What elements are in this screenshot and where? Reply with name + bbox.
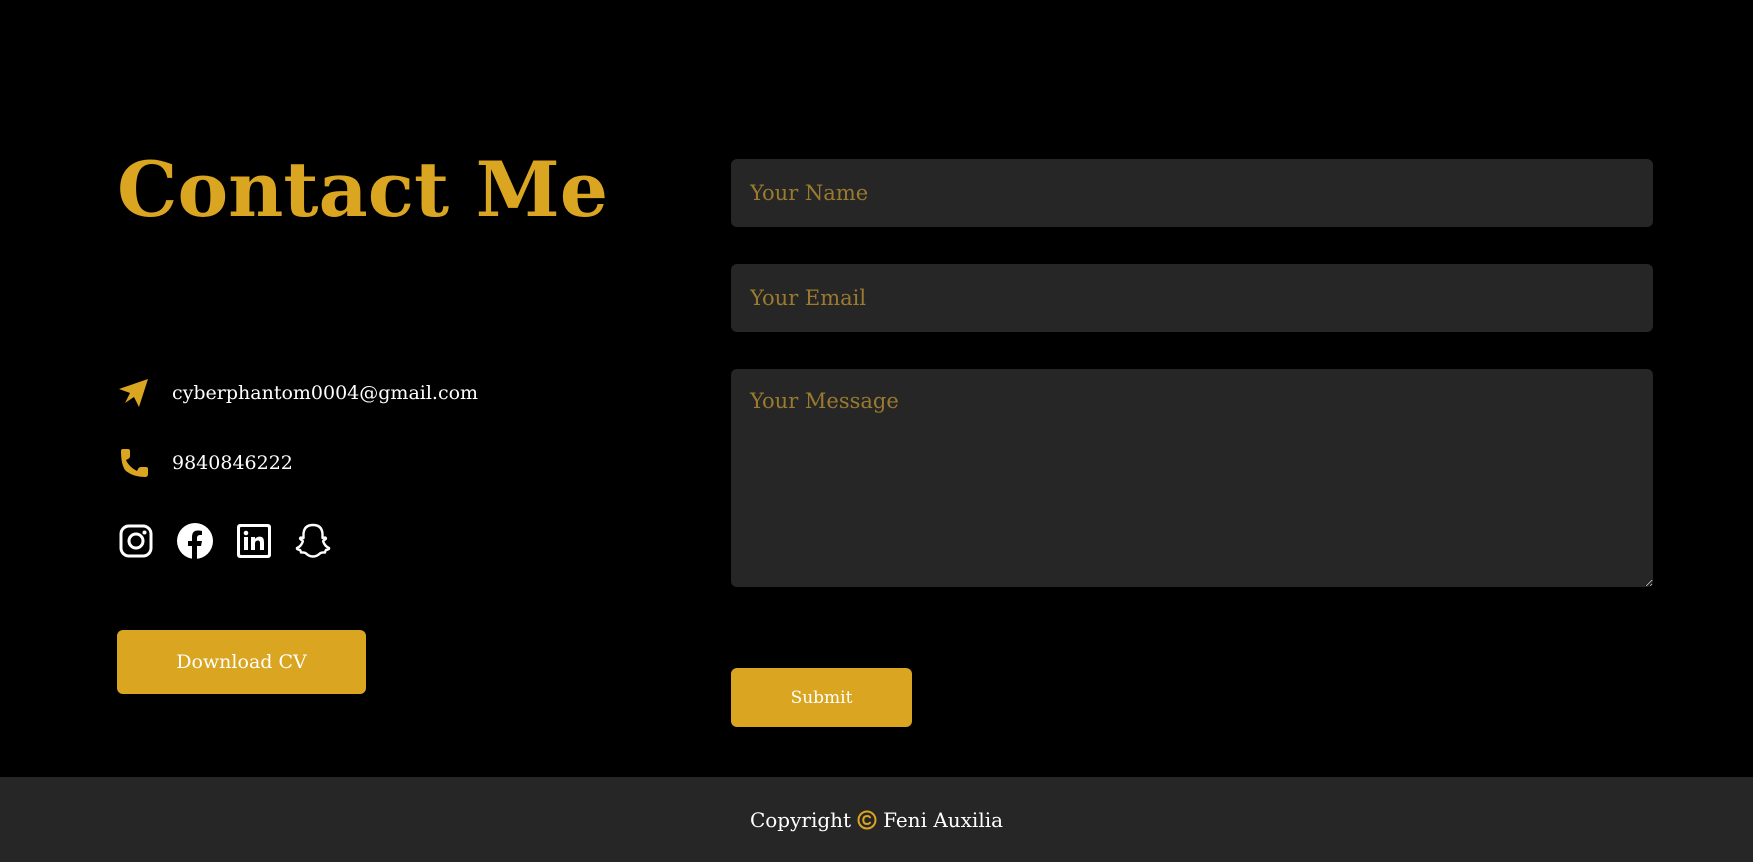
page-title: Contact Me [117,145,609,234]
snapchat-icon[interactable] [294,522,332,560]
phone-text: 9840846222 [172,452,293,474]
download-cv-button[interactable]: Download CV [117,630,366,694]
copyright-label: Copyright [749,807,852,832]
social-links [117,522,332,560]
email-text: cyberphantom0004@gmail.com [172,382,479,404]
copyright-icon [857,810,877,830]
message-textarea[interactable] [731,369,1653,587]
contact-page: Contact Me cyberphantom0004@gmail.com 98… [0,0,1753,862]
facebook-icon[interactable] [176,522,214,560]
submit-button[interactable]: Submit [731,668,912,727]
paper-plane-icon [117,376,151,410]
phone-row: 9840846222 [117,446,293,480]
email-row: cyberphantom0004@gmail.com [117,376,478,410]
copyright-owner: Feni Auxilia [883,807,1004,832]
linkedin-icon[interactable] [235,522,273,560]
phone-icon [117,446,151,480]
footer: Copyright Feni Auxilia [0,777,1753,862]
email-input[interactable] [731,264,1653,332]
name-input[interactable] [731,159,1653,227]
contact-info: Contact Me cyberphantom0004@gmail.com 98… [117,140,677,694]
instagram-icon[interactable] [117,522,155,560]
